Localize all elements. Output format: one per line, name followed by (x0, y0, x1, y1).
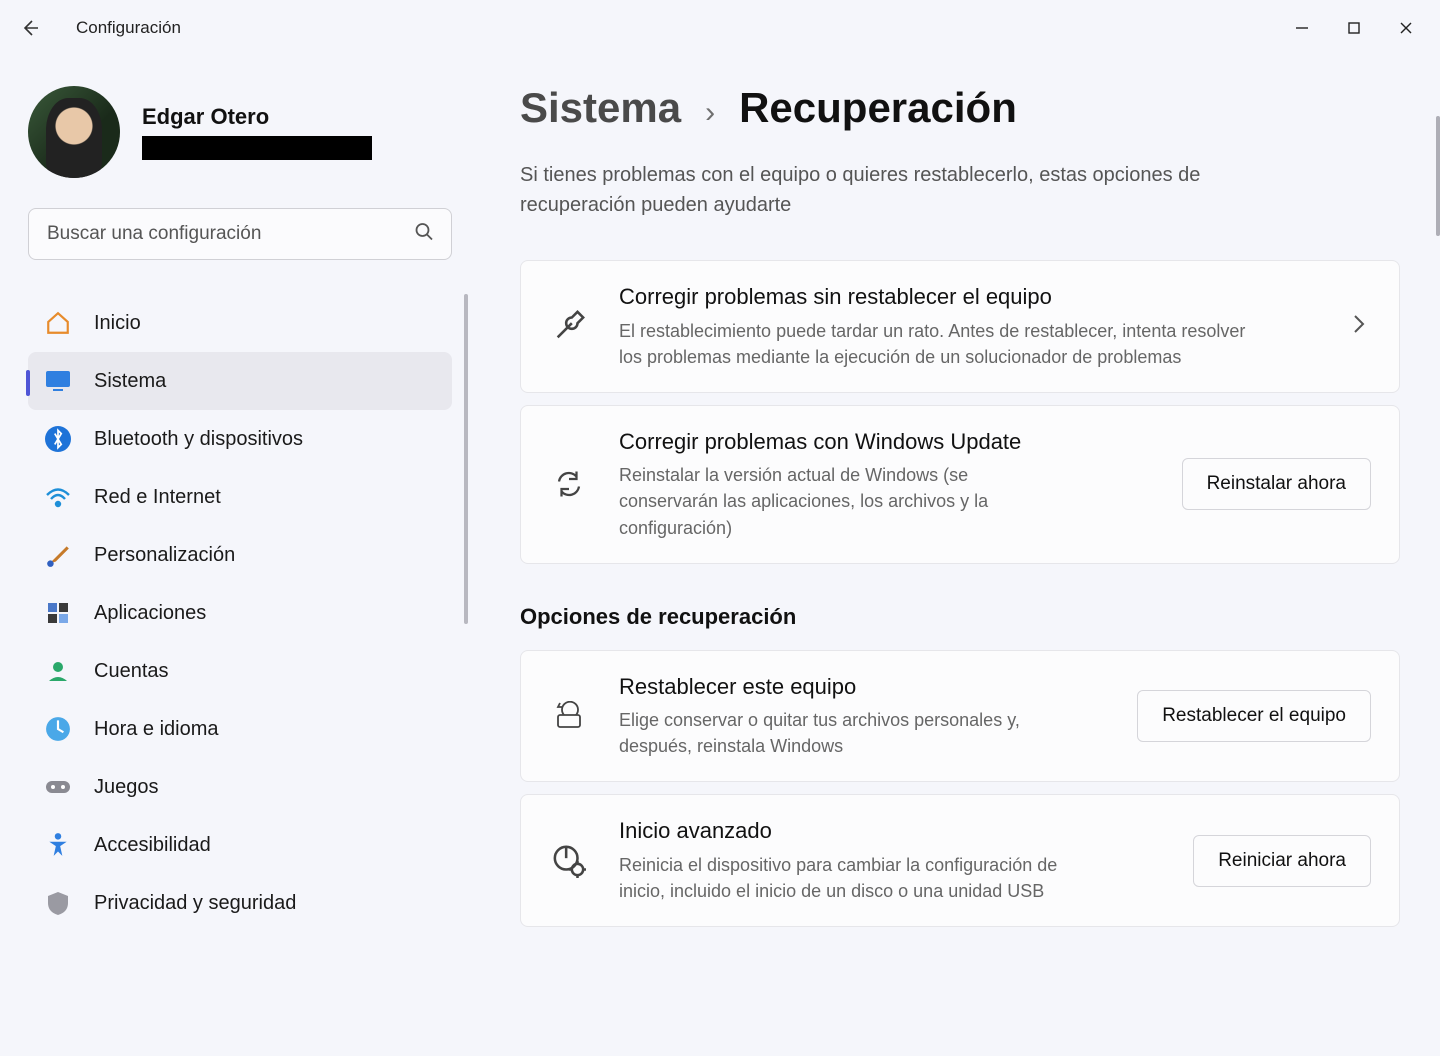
card-title: Corregir problemas sin restablecer el eq… (619, 283, 1321, 312)
sidebar-item-personalizacion[interactable]: Personalización (28, 526, 452, 584)
gamepad-icon (44, 773, 72, 801)
sync-icon (549, 469, 589, 499)
sidebar-item-inicio[interactable]: Inicio (28, 294, 452, 352)
arrow-left-icon (20, 18, 40, 38)
wrench-icon (549, 309, 589, 343)
reset-pc-button[interactable]: Restablecer el equipo (1137, 690, 1371, 742)
sidebar-item-cuentas[interactable]: Cuentas (28, 642, 452, 700)
card-advanced-startup: Inicio avanzado Reinicia el dispositivo … (520, 794, 1400, 927)
card-desc: Reinstalar la versión actual de Windows … (619, 462, 1039, 540)
sidebar-item-label: Privacidad y seguridad (94, 892, 296, 915)
minimize-button[interactable] (1276, 8, 1328, 48)
reset-pc-icon (549, 701, 589, 731)
content: Sistema › Recuperación Si tienes problem… (480, 56, 1440, 1056)
page-subtitle: Si tienes problemas con el equipo o quie… (520, 160, 1320, 220)
content-scrollbar[interactable] (1436, 116, 1440, 236)
profile-email-redacted (142, 136, 372, 160)
chevron-right-icon (1351, 312, 1371, 341)
bluetooth-icon (44, 425, 72, 453)
close-icon (1399, 21, 1413, 35)
card-desc: El restablecimiento puede tardar un rato… (619, 318, 1259, 370)
back-button[interactable] (8, 6, 52, 50)
profile-block[interactable]: Edgar Otero (28, 68, 452, 208)
person-icon (44, 657, 72, 685)
sidebar-item-red[interactable]: Red e Internet (28, 468, 452, 526)
clock-globe-icon (44, 715, 72, 743)
sidebar: Edgar Otero Inicio Sistema Blue (0, 56, 480, 1056)
nav-selected-accent (26, 370, 30, 396)
sidebar-item-label: Red e Internet (94, 486, 221, 509)
titlebar: Configuración (0, 0, 1440, 56)
nav: Inicio Sistema Bluetooth y dispositivos … (28, 294, 452, 932)
card-reset-pc: Restablecer este equipo Elige conservar … (520, 650, 1400, 783)
sidebar-item-label: Cuentas (94, 660, 169, 683)
window-title: Configuración (76, 18, 181, 38)
card-windows-update-fix: Corregir problemas con Windows Update Re… (520, 405, 1400, 564)
sidebar-item-label: Juegos (94, 776, 159, 799)
brush-icon (44, 541, 72, 569)
home-icon (44, 309, 72, 337)
sidebar-item-bluetooth[interactable]: Bluetooth y dispositivos (28, 410, 452, 468)
search-icon (414, 222, 434, 247)
chevron-right-icon: › (705, 96, 715, 130)
sidebar-item-aplicaciones[interactable]: Aplicaciones (28, 584, 452, 642)
sidebar-item-sistema[interactable]: Sistema (28, 352, 452, 410)
section-title-recovery-options: Opciones de recuperación (520, 604, 1400, 630)
card-title: Corregir problemas con Windows Update (619, 428, 1152, 457)
page-title: Recuperación (739, 84, 1017, 132)
sidebar-item-label: Hora e idioma (94, 718, 219, 741)
power-gear-icon (549, 844, 589, 878)
nav-scrollbar[interactable] (464, 294, 468, 624)
wifi-icon (44, 483, 72, 511)
sidebar-item-label: Aplicaciones (94, 602, 206, 625)
sidebar-item-privacidad[interactable]: Privacidad y seguridad (28, 874, 452, 932)
profile-name: Edgar Otero (142, 104, 372, 130)
minimize-icon (1295, 21, 1309, 35)
apps-icon (44, 599, 72, 627)
maximize-button[interactable] (1328, 8, 1380, 48)
sidebar-item-label: Personalización (94, 544, 235, 567)
card-title: Inicio avanzado (619, 817, 1163, 846)
card-fix-without-reset[interactable]: Corregir problemas sin restablecer el eq… (520, 260, 1400, 393)
sidebar-item-label: Sistema (94, 370, 166, 393)
breadcrumb-parent[interactable]: Sistema (520, 84, 681, 132)
close-button[interactable] (1380, 8, 1432, 48)
sidebar-item-accesibilidad[interactable]: Accesibilidad (28, 816, 452, 874)
search-box (28, 208, 452, 260)
breadcrumb: Sistema › Recuperación (520, 84, 1400, 132)
sidebar-item-hora[interactable]: Hora e idioma (28, 700, 452, 758)
card-desc: Elige conservar o quitar tus archivos pe… (619, 707, 1039, 759)
search-input[interactable] (28, 208, 452, 260)
sidebar-item-label: Inicio (94, 312, 141, 335)
avatar (28, 86, 120, 178)
window-controls (1276, 8, 1432, 48)
shield-icon (44, 889, 72, 917)
reinstall-now-button[interactable]: Reinstalar ahora (1182, 458, 1371, 510)
system-icon (44, 367, 72, 395)
sidebar-item-label: Accesibilidad (94, 834, 211, 857)
accessibility-icon (44, 831, 72, 859)
sidebar-item-juegos[interactable]: Juegos (28, 758, 452, 816)
sidebar-item-label: Bluetooth y dispositivos (94, 428, 303, 451)
card-desc: Reinicia el dispositivo para cambiar la … (619, 852, 1099, 904)
restart-now-button[interactable]: Reiniciar ahora (1193, 835, 1371, 887)
card-title: Restablecer este equipo (619, 673, 1107, 702)
maximize-icon (1347, 21, 1361, 35)
